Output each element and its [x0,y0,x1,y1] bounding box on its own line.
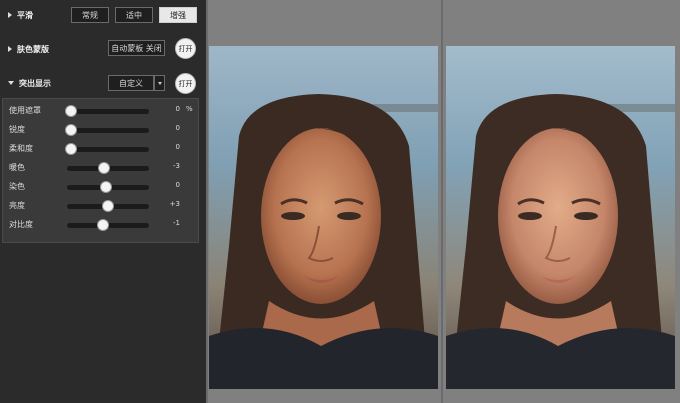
slider-value: +3 [169,200,180,208]
slider-value: -3 [173,162,180,170]
slider-label: 锐度 [9,125,25,134]
slider-label: 使用遮罩 [9,106,41,115]
slider-label: 对比度 [9,220,33,229]
highlight-open-button[interactable]: 打开 [175,73,196,94]
skin-mask-open-button[interactable]: 打开 [175,38,196,59]
slider-handle[interactable] [102,200,115,212]
slider-track[interactable] [67,109,149,114]
slider-handle[interactable] [65,143,77,155]
highlight-header[interactable]: 突出显示 [8,70,51,96]
smoothing-strong-button[interactable]: 增强 [159,7,197,23]
smoothing-section: 平滑 常规 适中 增强 [0,2,206,28]
preview-divider [441,0,443,403]
slider-label: 暖色 [9,163,25,172]
skin-mask-title: 肤色蒙版 [17,44,49,54]
slider-label: 染色 [9,182,25,191]
slider-label: 柔和度 [9,144,33,153]
slider-row: 柔和度 0 [3,139,198,158]
smoothing-medium-button[interactable]: 适中 [115,7,153,23]
slider-handle[interactable] [100,181,112,193]
slider-row: 锐度 0 [3,120,198,139]
slider-handle[interactable] [65,124,77,136]
before-preview-image [209,46,438,389]
auto-mask-button[interactable]: 自动蒙板 关闭 [108,40,165,56]
preset-select[interactable]: 自定义 [108,75,154,91]
chevron-down-icon [157,81,162,85]
preset-dropdown-button[interactable] [154,75,165,91]
slider-row: 暖色 -3 [3,158,198,177]
skin-mask-section: 肤色蒙版 自动蒙板 关闭 打开 [0,36,206,62]
slider-row: 亮度 +3 [3,196,198,215]
panel-divider [206,0,208,403]
highlight-section: 突出显示 自定义 打开 [0,70,206,96]
slider-row: 使用遮罩 0% [3,101,198,120]
collapse-arrow-icon[interactable] [8,81,14,85]
smoothing-header[interactable]: 平滑 [8,2,33,28]
slider-unit: % [186,105,193,113]
slider-row: 对比度 -1 [3,215,198,234]
smoothing-title: 平滑 [17,10,33,20]
skin-mask-header[interactable]: 肤色蒙版 [8,36,49,62]
slider-handle[interactable] [97,162,110,174]
slider-track[interactable] [67,128,149,133]
highlight-sliders: 使用遮罩 0% 锐度 0 柔和度 0 暖色 -3 染色 0 亮度 +3 对比度 -1 [2,98,199,243]
settings-panel: 平滑 常规 适中 增强 肤色蒙版 自动蒙板 关闭 打开 突出显示 自定义 打开 … [0,0,206,403]
slider-row: 染色 0 [3,177,198,196]
slider-value: 0 [175,124,180,132]
slider-value: 0 [175,105,180,113]
slider-handle[interactable] [96,219,109,231]
slider-value: 0 [175,143,180,151]
smoothing-normal-button[interactable]: 常规 [71,7,109,23]
expand-arrow-icon[interactable] [8,12,12,18]
after-preview-image [446,46,675,389]
slider-label: 亮度 [9,201,25,210]
expand-arrow-icon[interactable] [8,46,12,52]
slider-value: -1 [173,219,180,227]
slider-handle[interactable] [65,105,77,117]
slider-value: 0 [175,181,180,189]
highlight-title: 突出显示 [19,78,51,88]
slider-track[interactable] [67,147,149,152]
